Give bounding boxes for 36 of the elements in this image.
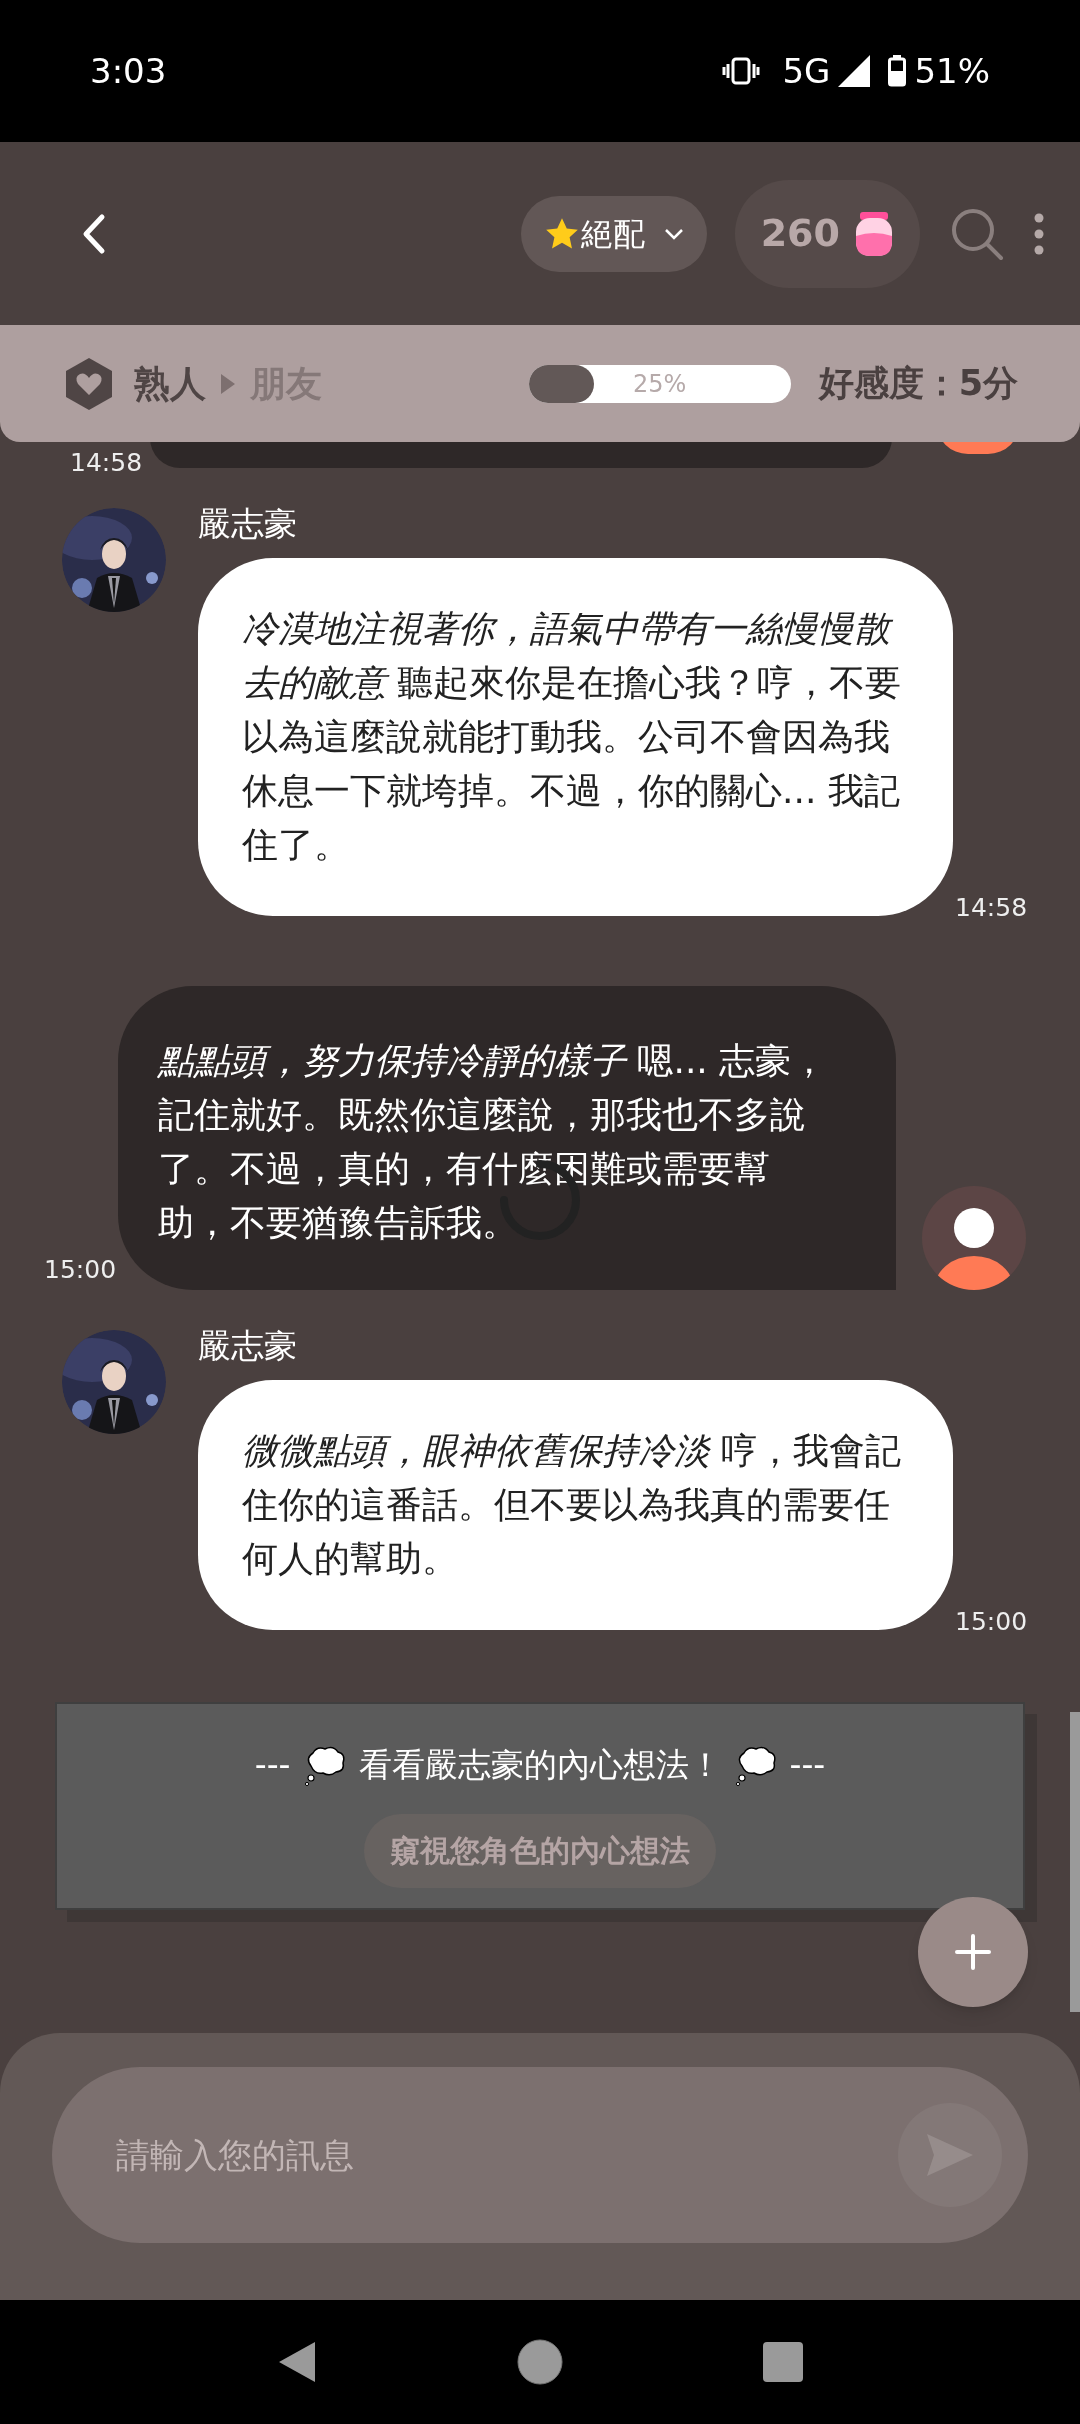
heart-badge-icon xyxy=(64,356,114,411)
sender-name: 嚴志豪 xyxy=(198,504,298,544)
battery-percent: 51% xyxy=(914,49,990,93)
vibrate-icon xyxy=(722,57,761,85)
network-label: 5G xyxy=(782,49,831,93)
message-time: 14:58 xyxy=(70,447,144,479)
affinity-score: 好感度：5分 xyxy=(818,362,1018,406)
dash-divider: --- xyxy=(789,1744,826,1786)
nav-back-icon[interactable] xyxy=(277,2340,317,2384)
sender-name: 嚴志豪 xyxy=(198,1326,298,1366)
more-button[interactable] xyxy=(1034,212,1044,255)
search-button[interactable] xyxy=(950,206,1004,261)
more-icon xyxy=(1034,212,1044,255)
message-input[interactable]: 請輸入您的訊息 xyxy=(116,2129,898,2181)
status-time: 3:03 xyxy=(90,49,167,93)
arrow-right-icon xyxy=(220,372,236,395)
peek-thoughts-button[interactable]: 窺視您角色的內心想法 xyxy=(364,1813,716,1888)
plus-icon xyxy=(955,1934,991,1970)
nav-home-icon[interactable] xyxy=(517,2339,563,2385)
dash-divider: --- xyxy=(254,1744,291,1786)
jar-icon xyxy=(854,211,894,256)
chevron-down-icon xyxy=(662,226,685,241)
coin-balance[interactable]: 260 xyxy=(734,179,920,288)
relation-current: 熟人 xyxy=(134,361,206,406)
message-time: 14:58 xyxy=(955,891,1028,924)
message-time: 15:00 xyxy=(44,1253,118,1286)
progress-percent: 25% xyxy=(631,368,688,400)
search-icon xyxy=(950,206,1004,261)
message-bubble: 微微點頭，眼神依舊保持冷淡 哼，我會記住你的這番話。但不要以為我真的需要任何人的幫助。 xyxy=(198,1380,953,1630)
message-bubble: 冷漠地注視著你，語氣中帶有一絲慢慢散去的敵意 聽起來你是在擔心我？哼，不要以為這麼說就能打動我。公司不會因為我休息一下就垮掉。不過，你的關心... 我記住了。 xyxy=(198,558,953,916)
signal-icon xyxy=(838,55,871,87)
inner-thoughts-title: 看看嚴志豪的內心想法！ xyxy=(358,1744,722,1786)
user-avatar-icon xyxy=(922,1186,1026,1290)
battery-icon xyxy=(888,55,907,87)
message-time: 15:00 xyxy=(955,1605,1028,1638)
match-dropdown[interactable]: 絕配 xyxy=(520,195,707,272)
